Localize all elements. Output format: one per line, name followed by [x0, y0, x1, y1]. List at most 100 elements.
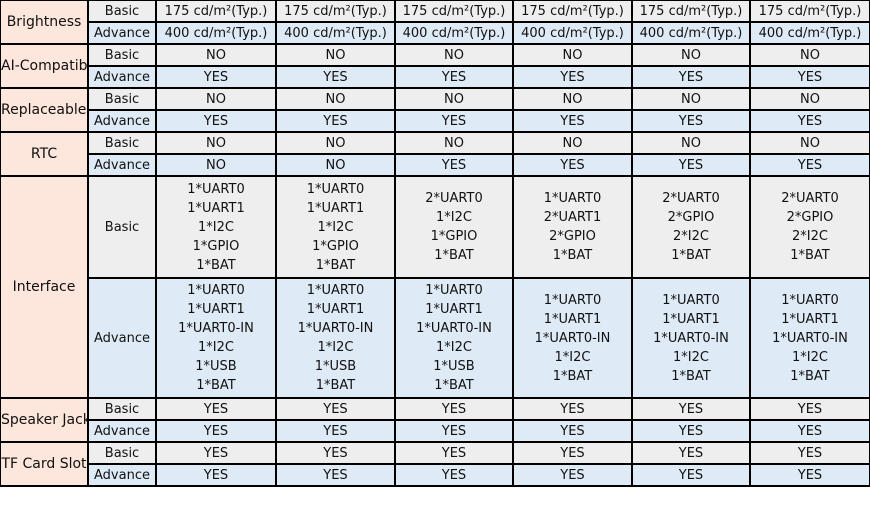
- value-cell: YES: [749, 65, 870, 89]
- value-cell: YES: [155, 419, 277, 443]
- value-cell: NO: [275, 131, 396, 155]
- interface-item: 1*UART1: [781, 311, 839, 327]
- interface-item: 1*UART1: [187, 200, 245, 216]
- value-cell: YES: [394, 153, 514, 177]
- feature-label: AI-Compatible: [0, 43, 89, 89]
- interface-item: 1*UART0-IN: [297, 321, 374, 336]
- interface-item: 1*I2C: [317, 219, 354, 235]
- table-row: Advance YES YES YES YES YES YES: [0, 109, 870, 133]
- table-row: Advance NO NO YES YES YES YES: [0, 153, 870, 177]
- interface-item: 1*I2C: [198, 340, 234, 355]
- interface-item: 1*UART0: [306, 283, 365, 298]
- value-cell: YES: [155, 109, 277, 133]
- interface-item: 1*GPIO: [192, 238, 240, 254]
- interface-item: 1*I2C: [317, 340, 354, 355]
- value-cell: NO: [155, 43, 277, 67]
- value-cell: 400 cd/m²(Typ.): [512, 21, 633, 45]
- level-label-basic: Basic: [87, 43, 157, 67]
- value-cell: 1*UART0 1*UART1 1*I2C 1*GPIO 1*BAT: [155, 175, 277, 279]
- interface-item: 1*UART0: [187, 181, 245, 197]
- level-label-advance: Advance: [87, 21, 157, 45]
- table-row: Advance YES YES YES YES YES YES: [0, 65, 870, 89]
- interface-item: 1*UART0: [425, 283, 483, 298]
- interface-item: 1*BAT: [434, 248, 474, 263]
- value-cell: YES: [394, 441, 514, 465]
- table-body: Brightness Basic 175 cd/m²(Typ.) 175 cd/m²(…: [0, 0, 870, 487]
- spec-comparison-table: Brightness Basic 175 cd/m²(Typ.) 175 cd/m²(…: [0, 0, 870, 487]
- interface-item: 2*GPIO: [786, 210, 834, 225]
- value-cell: YES: [275, 397, 396, 421]
- level-label-basic: Basic: [87, 131, 157, 155]
- interface-item: 1*BAT: [315, 257, 356, 273]
- value-cell: 175 cd/m²(Typ.): [631, 0, 751, 23]
- value-cell: NO: [631, 87, 751, 111]
- interface-item: 2*UART0: [662, 191, 720, 206]
- interface-item: 1*UART0: [306, 181, 365, 197]
- value-cell: 1*UART0 1*UART1 1*UART0-IN 1*I2C 1*BAT: [749, 277, 870, 399]
- interface-item: 1*UART0-IN: [653, 330, 729, 346]
- interface-item: 1*BAT: [790, 248, 830, 263]
- value-cell: YES: [275, 65, 396, 89]
- interface-item: 2*I2C: [673, 229, 709, 244]
- value-cell: NO: [749, 87, 870, 111]
- value-cell: NO: [275, 43, 396, 67]
- value-cell: 2*UART0 2*GPIO 2*I2C 1*BAT: [749, 175, 870, 279]
- interface-item: 1*UART1: [306, 200, 365, 216]
- value-cell: YES: [155, 463, 277, 487]
- feature-label: RTC: [0, 131, 89, 177]
- value-cell: 2*UART0 1*I2C 1*GPIO 1*BAT: [394, 175, 514, 279]
- value-cell: NO: [155, 153, 277, 177]
- table-row: Advance YES YES YES YES YES YES: [0, 463, 870, 487]
- value-cell: NO: [749, 131, 870, 155]
- value-cell: 2*UART0 2*GPIO 2*I2C 1*BAT: [631, 175, 751, 279]
- value-cell: YES: [631, 109, 751, 133]
- interface-item: 1*UART0-IN: [534, 330, 611, 346]
- interface-item: 1*UART0: [662, 292, 720, 308]
- value-cell: 1*UART0 1*UART1 1*UART0-IN 1*I2C 1*USB 1*BAT: [394, 277, 514, 399]
- value-cell: 1*UART0 1*UART1 1*I2C 1*GPIO 1*BAT: [275, 175, 396, 279]
- value-cell: YES: [394, 419, 514, 443]
- value-cell: NO: [394, 43, 514, 67]
- level-label-advance: Advance: [87, 153, 157, 177]
- interface-item: 1*I2C: [198, 219, 234, 235]
- interface-item: 1*I2C: [436, 340, 472, 355]
- value-cell: NO: [631, 43, 751, 67]
- interface-item: 1*UART1: [425, 302, 483, 317]
- value-cell: NO: [512, 131, 633, 155]
- value-cell: YES: [155, 65, 277, 89]
- value-cell: YES: [512, 109, 633, 133]
- interface-item: 1*USB: [433, 359, 475, 374]
- level-label-advance: Advance: [87, 109, 157, 133]
- value-cell: NO: [749, 43, 870, 67]
- interface-item: 1*UART1: [187, 302, 245, 317]
- interface-item: 2*I2C: [792, 229, 828, 244]
- value-cell: YES: [749, 153, 870, 177]
- value-cell: 1*UART0 1*UART1 1*UART0-IN 1*I2C 1*BAT: [512, 277, 633, 399]
- interface-item: 1*BAT: [671, 248, 711, 263]
- value-cell: YES: [631, 441, 751, 465]
- value-cell: YES: [512, 419, 633, 443]
- interface-item: 1*I2C: [673, 349, 709, 365]
- value-cell: 175 cd/m²(Typ.): [394, 0, 514, 23]
- interface-item: 2*UART1: [543, 210, 602, 225]
- value-cell: YES: [631, 463, 751, 487]
- value-cell: 1*UART0 1*UART1 1*UART0-IN 1*I2C 1*USB 1*BAT: [275, 277, 396, 399]
- interface-item: 2*UART0: [781, 191, 839, 206]
- interface-item: 1*USB: [314, 359, 357, 374]
- value-cell: YES: [631, 397, 751, 421]
- value-cell: NO: [394, 131, 514, 155]
- value-cell: NO: [275, 87, 396, 111]
- table-row: Advance 400 cd/m²(Typ.) 400 cd/m²(Typ.) 400…: [0, 21, 870, 45]
- value-cell: YES: [394, 397, 514, 421]
- value-cell: YES: [275, 419, 396, 443]
- interface-item: 1*UART0-IN: [416, 321, 492, 336]
- value-cell: 1*UART0 1*UART1 1*UART0-IN 1*I2C 1*BAT: [631, 277, 751, 399]
- level-label-basic: Basic: [87, 441, 157, 465]
- value-cell: YES: [394, 463, 514, 487]
- table-row: Advance 1*UART0 1*UART1 1*UART0-IN 1*I2C 1*US…: [0, 277, 870, 399]
- interface-item: 1*USB: [195, 359, 237, 374]
- level-label-basic: Basic: [87, 0, 157, 23]
- level-label-advance: Advance: [87, 277, 157, 399]
- value-cell: 400 cd/m²(Typ.): [749, 21, 870, 45]
- level-label-basic: Basic: [87, 87, 157, 111]
